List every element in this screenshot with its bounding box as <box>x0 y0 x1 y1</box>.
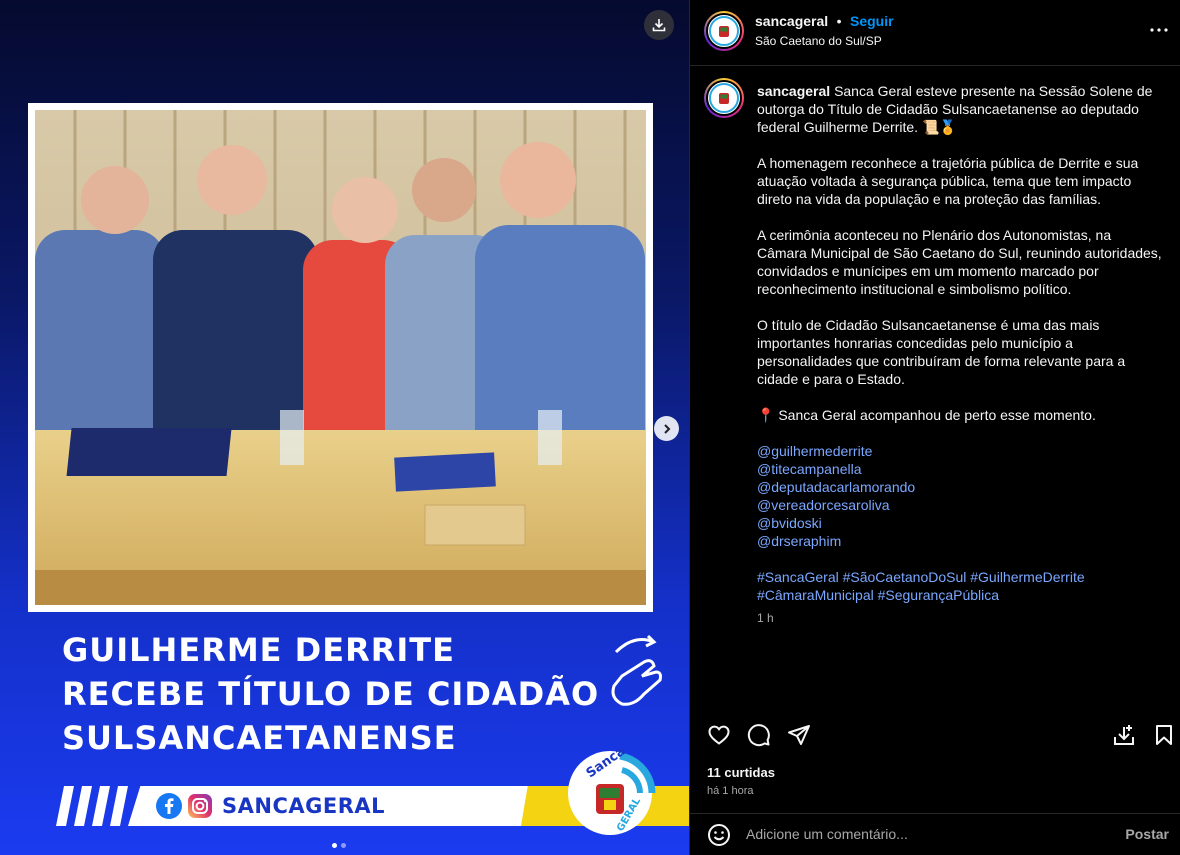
carousel-dot-2 <box>341 843 346 848</box>
headline-line-3: SULSANCAETANENSE <box>62 719 457 757</box>
headline-line-1: GUILHERME DERRITE <box>62 631 455 669</box>
caption-paragraph: A homenagem reconhece a trajetória públi… <box>757 155 1139 207</box>
bookmark-icon[interactable] <box>1152 723 1176 747</box>
caption-time: 1 h <box>757 611 774 625</box>
header-separator: • <box>836 13 842 29</box>
hashtags[interactable]: #SancaGeral #SãoCaetanoDoSul #GuilhermeD… <box>757 568 1162 604</box>
download-button[interactable] <box>644 10 674 40</box>
sanca-logo-icon <box>709 16 739 46</box>
caption-paragraph: A cerimônia aconteceu no Plenário dos Au… <box>757 227 1162 297</box>
more-options-icon[interactable] <box>1149 20 1169 40</box>
caption-paragraph: O título de Cidadão Sulsancaetanense é u… <box>757 317 1126 387</box>
instagram-icon <box>188 794 212 818</box>
share-icon[interactable] <box>787 723 811 747</box>
download-icon <box>652 19 666 32</box>
mention-link[interactable]: @vereadorcesaroliva <box>757 496 1162 514</box>
header-username[interactable]: sancageral <box>755 13 828 29</box>
header-location[interactable]: São Caetano do Sul/SP <box>755 34 882 48</box>
swipe-hand-icon <box>611 634 662 706</box>
caption-scroll-area[interactable]: sancageral Sanca Geral esteve presente n… <box>690 66 1180 716</box>
post-side-panel: sancageral • Seguir São Caetano do Sul/S… <box>689 0 1180 855</box>
caption-username[interactable]: sancageral <box>757 83 830 99</box>
caption-avatar[interactable] <box>704 78 744 118</box>
follow-button[interactable]: Seguir <box>850 13 894 29</box>
group-photo <box>35 110 646 605</box>
post-timestamp[interactable]: há 1 hora <box>707 785 753 797</box>
sanca-geral-logo: Sanca GERAL <box>568 748 656 835</box>
caption-text: sancageral Sanca Geral esteve presente n… <box>757 82 1162 604</box>
post-media[interactable]: GUILHERME DERRITE RECEBE TÍTULO DE CIDAD… <box>0 0 689 855</box>
action-bar <box>690 718 1180 754</box>
mention-link[interactable]: @guilhermederrite <box>757 442 1162 460</box>
photo-frame <box>28 103 653 612</box>
emoji-icon[interactable] <box>707 823 731 847</box>
comment-icon[interactable] <box>747 723 771 747</box>
likes-count[interactable]: 11 curtidas <box>707 765 775 780</box>
headline: GUILHERME DERRITE RECEBE TÍTULO DE CIDAD… <box>62 628 602 760</box>
caption-avatar-image <box>706 80 742 116</box>
caption-first-paragraph: sancageral Sanca Geral esteve presente n… <box>757 82 1162 136</box>
next-slide-button[interactable] <box>654 416 679 441</box>
brand-handle: SANCAGERAL <box>222 794 386 818</box>
mention-link[interactable]: @drseraphim <box>757 532 1162 550</box>
save-to-collection-icon[interactable] <box>1112 723 1136 747</box>
heart-icon[interactable] <box>707 723 731 747</box>
chevron-right-icon <box>663 423 670 434</box>
post-comment-button[interactable]: Postar <box>1125 826 1169 842</box>
post-header: sancageral • Seguir São Caetano do Sul/S… <box>690 0 1180 66</box>
mentions-list: @guilhermederrite @titecampanella @deput… <box>757 442 1162 550</box>
headline-line-2: RECEBE TÍTULO DE CIDADÃO <box>62 675 600 713</box>
carousel-dot-1 <box>332 843 337 848</box>
facebook-icon <box>156 793 182 819</box>
comment-input[interactable] <box>746 826 1116 842</box>
mention-link[interactable]: @deputadacarlamorando <box>757 478 1162 496</box>
mention-link[interactable]: @bvidoski <box>757 514 1162 532</box>
avatar[interactable] <box>704 11 744 51</box>
comment-bar: Postar <box>690 813 1180 855</box>
caption-paragraph: 📍 Sanca Geral acompanhou de perto esse m… <box>757 407 1096 423</box>
mention-link[interactable]: @titecampanella <box>757 460 1162 478</box>
sanca-logo-icon <box>709 83 739 113</box>
carousel-dots <box>332 843 346 848</box>
avatar-image <box>706 13 742 49</box>
